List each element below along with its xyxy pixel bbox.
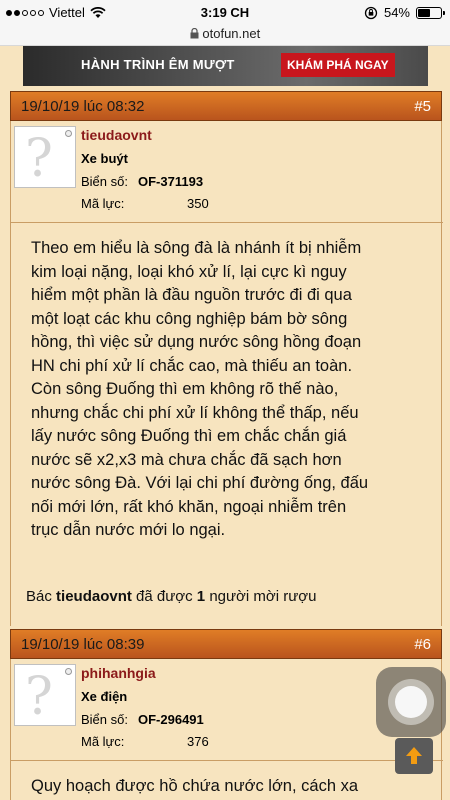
post-number-link[interactable]: #6 (414, 636, 431, 653)
power-label: Mã lực: (81, 196, 125, 211)
username-link[interactable]: phihanhgia (81, 665, 156, 681)
post: ? tieudaovnt Xe buýt Biển số: OF-371193 … (10, 121, 443, 626)
status-bar: Viettel 3:19 CH 54% (0, 0, 450, 26)
message-line: HN chi phí xử lí chắc cao, mà thiếu an t… (31, 356, 353, 375)
message-line: nhưng chắc chi phí xử lí không thể thấp,… (31, 403, 359, 422)
plate-label: Biển số: (81, 712, 128, 727)
message-line: Còn sông Đuống thì em không rõ thế nào, (31, 380, 339, 398)
likes-summary: Bác tieudaovnt đã được 1 người mời rượu (26, 588, 316, 605)
address-bar[interactable]: otofun.net (0, 26, 450, 46)
avatar[interactable]: ? (14, 664, 76, 727)
banner-text: HÀNH TRÌNH ÊM MƯỢT (81, 57, 235, 72)
ad-banner[interactable]: HÀNH TRÌNH ÊM MƯỢT KHÁM PHÁ NGAY (23, 46, 428, 86)
message-line: một loạt các khu công nghiệp bám bờ sông (31, 309, 348, 328)
assistive-touch-button[interactable] (376, 667, 446, 737)
default-avatar-icon: ? (25, 667, 53, 727)
likes-prefix: Bác (26, 588, 52, 605)
battery-icon (416, 6, 445, 19)
post-date: 19/10/19 lúc 08:32 (21, 98, 145, 115)
rotation-lock-icon (364, 6, 378, 19)
post-header: 19/10/19 lúc 08:32 #5 (10, 91, 442, 121)
online-status-icon (65, 668, 72, 675)
message-line: kim loại nặng, loại khó xử lí, lại cực k… (31, 262, 347, 281)
user-title: Xe điện (81, 689, 128, 704)
power-value: 350 (187, 196, 209, 211)
message-line: lấy nước sông Đuống thì em chắc chắn giá (31, 427, 347, 445)
likes-suffix: người mời rượu (209, 588, 317, 605)
post-header: 19/10/19 lúc 08:39 #6 (10, 629, 442, 659)
post-message: Quy hoạch được hồ chứa nước lớn, cách xa (31, 775, 426, 799)
username-link[interactable]: tieudaovnt (81, 127, 152, 143)
banner-cta-button[interactable]: KHÁM PHÁ NGAY (281, 53, 395, 77)
message-line: nối mới lớn, rất khó khăn, ngoại nhiễm t… (31, 497, 347, 516)
likes-mid: đã được (136, 588, 193, 605)
lock-icon (190, 27, 199, 39)
message-line: Quy hoạch được hồ chứa nước lớn, cách xa (31, 777, 359, 795)
default-avatar-icon: ? (25, 129, 53, 189)
url-text: otofun.net (202, 26, 261, 41)
power-label: Mã lực: (81, 734, 125, 749)
assistive-touch-icon (388, 679, 434, 725)
user-title: Xe buýt (81, 151, 128, 166)
arrow-up-icon (406, 747, 422, 764)
power-value: 376 (187, 734, 209, 749)
message-line: Theo em hiểu là sông đà là nhánh ít bị n… (31, 239, 362, 257)
post-message: Theo em hiểu là sông đà là nhánh ít bị n… (31, 237, 426, 543)
plate-value: OF-371193 (138, 174, 204, 189)
message-line: nước sẽ x2,x3 mà chưa chắc đã sạch hơn (31, 450, 342, 469)
message-line: nước sông Đà. Với lại chi phí đường ống,… (31, 474, 369, 492)
plate-label: Biển số: (81, 174, 128, 189)
avatar[interactable]: ? (14, 126, 76, 189)
post-date: 19/10/19 lúc 08:39 (21, 636, 145, 653)
likes-user-link[interactable]: tieudaovnt (56, 588, 132, 605)
message-line: trục dẫn nước mới lo ngại. (31, 521, 226, 539)
online-status-icon (65, 130, 72, 137)
battery-percent: 54% (383, 5, 410, 20)
user-info: ? tieudaovnt Xe buýt Biển số: OF-371193 … (11, 121, 443, 223)
scroll-to-top-button[interactable] (395, 738, 433, 774)
plate-value: OF-296491 (138, 712, 204, 727)
post-number-link[interactable]: #5 (414, 98, 431, 115)
message-line: hồng, thì việc sử dụng nước sông hồng đo… (31, 333, 362, 351)
message-line: hiểm một phần là đầu nguồn trước đi đi q… (31, 286, 352, 304)
likes-count: 1 (196, 588, 206, 605)
